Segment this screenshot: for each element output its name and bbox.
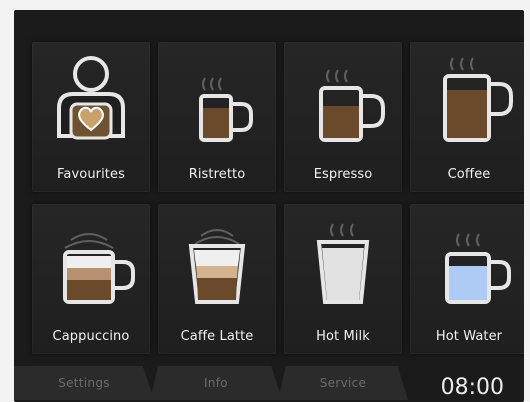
bottom-bar: Settings Info Service 08:00 <box>14 358 524 402</box>
settings-tab[interactable]: Settings <box>14 366 154 400</box>
tile-ristretto[interactable]: Ristretto <box>158 42 276 192</box>
tile-label: Ristretto <box>188 167 246 182</box>
info-tab[interactable]: Info <box>150 366 282 400</box>
drink-grid: Favourites Ristretto Espresso Coffee Cap… <box>32 42 524 357</box>
tile-label: Hot Milk <box>316 329 370 344</box>
cappuccino-cup-icon <box>63 233 135 304</box>
tile-label: Caffe Latte <box>180 329 254 344</box>
tile-caffe-latte[interactable]: Caffe Latte <box>158 204 276 354</box>
favourites-person-heart-icon <box>57 56 125 140</box>
tile-espresso[interactable]: Espresso <box>284 42 402 192</box>
tile-label: Espresso <box>313 167 373 182</box>
tile-coffee[interactable]: Coffee <box>410 42 524 192</box>
coffee-cup-icon <box>443 57 513 142</box>
service-tab[interactable]: Service <box>278 366 408 400</box>
ristretto-cup-icon <box>199 77 253 142</box>
tile-label: Cappuccino <box>52 329 130 344</box>
coffee-machine-screen: Favourites Ristretto Espresso Coffee Cap… <box>14 10 524 402</box>
tile-favourites[interactable]: Favourites <box>32 42 150 192</box>
clock: 08:00 <box>440 375 504 400</box>
caffe-latte-glass-icon <box>188 229 246 304</box>
espresso-cup-icon <box>319 69 385 142</box>
tile-label: Hot Water <box>435 329 503 344</box>
hot-water-cup-icon <box>445 233 511 304</box>
tile-hot-water[interactable]: Hot Water <box>410 204 524 354</box>
hot-milk-glass-icon <box>316 223 370 304</box>
tile-cappuccino[interactable]: Cappuccino <box>32 204 150 354</box>
tile-label: Coffee <box>447 167 491 182</box>
tile-label: Favourites <box>57 167 125 182</box>
tile-hot-milk[interactable]: Hot Milk <box>284 204 402 354</box>
